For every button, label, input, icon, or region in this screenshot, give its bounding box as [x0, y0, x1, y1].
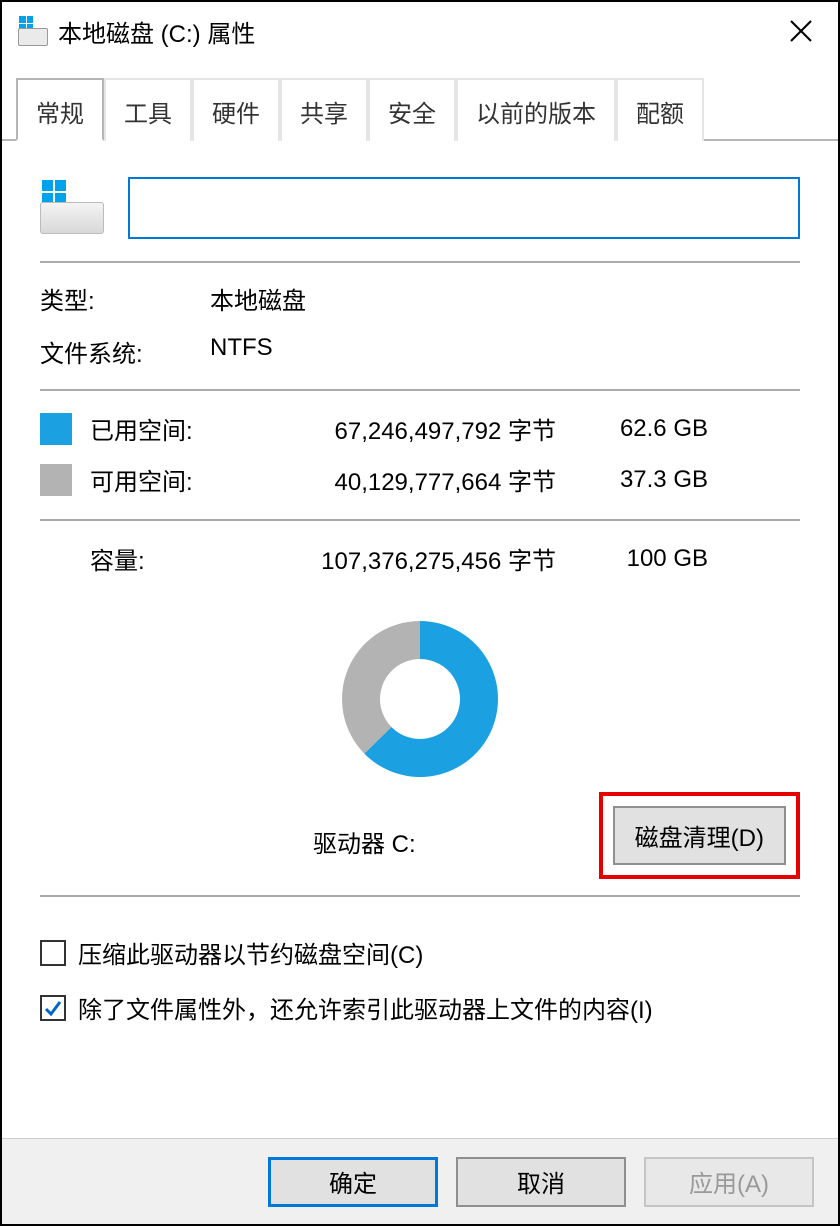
cancel-button[interactable]: 取消 — [456, 1157, 626, 1207]
compress-label: 压缩此驱动器以节约磁盘空间(C) — [78, 935, 423, 970]
space-block: 已用空间: 67,246,497,792 字节 62.6 GB 可用空间: 40… — [40, 391, 800, 519]
index-checkbox-row: 除了文件属性外，还允许索引此驱动器上文件的内容(I) — [40, 990, 800, 1025]
tab-sharing[interactable]: 共享 — [280, 78, 368, 141]
free-bytes: 40,129,777,664 字节 — [258, 462, 568, 497]
drive-large-icon — [40, 182, 104, 234]
filesystem-label: 文件系统: — [40, 334, 210, 369]
free-space-row: 可用空间: 40,129,777,664 字节 37.3 GB — [40, 462, 800, 497]
type-label: 类型: — [40, 281, 210, 316]
capacity-gb: 100 GB — [568, 545, 708, 573]
driver-label: 驱动器 C: — [40, 824, 599, 859]
compress-checkbox[interactable] — [40, 940, 66, 966]
tab-tools[interactable]: 工具 — [104, 78, 192, 141]
apply-button[interactable]: 应用(A) — [644, 1157, 814, 1207]
filesystem-value: NTFS — [210, 334, 800, 369]
ok-button[interactable]: 确定 — [268, 1157, 438, 1207]
capacity-row: 容量: 107,376,275,456 字节 100 GB — [40, 541, 800, 576]
window-title: 本地磁盘 (C:) 属性 — [58, 14, 776, 49]
title-bar: 本地磁盘 (C:) 属性 — [2, 2, 838, 60]
used-space-row: 已用空间: 67,246,497,792 字节 62.6 GB — [40, 411, 800, 446]
compress-checkbox-row: 压缩此驱动器以节约磁盘空间(C) — [40, 935, 800, 970]
capacity-bytes: 107,376,275,456 字节 — [258, 541, 568, 576]
tab-content-general: 类型: 本地磁盘 文件系统: NTFS 已用空间: 67,246,497,792… — [2, 141, 838, 1138]
drive-icon — [18, 16, 48, 46]
volume-label-input[interactable] — [128, 177, 800, 239]
dialog-footer: 确定 取消 应用(A) — [2, 1138, 838, 1224]
close-button[interactable] — [776, 6, 826, 56]
type-value: 本地磁盘 — [210, 281, 800, 316]
properties-dialog: 本地磁盘 (C:) 属性 常规 工具 硬件 共享 安全 以前的版本 配额 类型: — [0, 0, 840, 1226]
index-checkbox[interactable] — [40, 995, 66, 1021]
tab-previous-versions[interactable]: 以前的版本 — [456, 78, 616, 141]
chart-area: 驱动器 C: 磁盘清理(D) — [40, 598, 800, 895]
capacity-label: 容量: — [90, 541, 258, 576]
close-icon — [790, 20, 812, 42]
used-bytes: 67,246,497,792 字节 — [258, 411, 568, 446]
tab-general[interactable]: 常规 — [16, 78, 104, 141]
used-label: 已用空间: — [90, 411, 258, 446]
highlight-box: 磁盘清理(D) — [599, 792, 800, 879]
used-gb: 62.6 GB — [568, 415, 708, 443]
tab-quota[interactable]: 配额 — [616, 78, 704, 141]
capacity-block: 容量: 107,376,275,456 字节 100 GB — [40, 521, 800, 598]
checkbox-block: 压缩此驱动器以节约磁盘空间(C) 除了文件属性外，还允许索引此驱动器上文件的内容… — [40, 897, 800, 1025]
type-block: 类型: 本地磁盘 文件系统: NTFS — [40, 263, 800, 389]
index-label: 除了文件属性外，还允许索引此驱动器上文件的内容(I) — [78, 990, 653, 1025]
tab-security[interactable]: 安全 — [368, 78, 456, 141]
free-swatch-icon — [40, 464, 72, 496]
volume-label-row — [40, 165, 800, 261]
used-swatch-icon — [40, 413, 72, 445]
tab-strip: 常规 工具 硬件 共享 安全 以前的版本 配额 — [2, 76, 838, 141]
disk-cleanup-button[interactable]: 磁盘清理(D) — [613, 806, 786, 865]
free-label: 可用空间: — [90, 462, 258, 497]
free-gb: 37.3 GB — [568, 466, 708, 494]
tab-hardware[interactable]: 硬件 — [192, 78, 280, 141]
usage-donut-chart — [337, 616, 503, 782]
